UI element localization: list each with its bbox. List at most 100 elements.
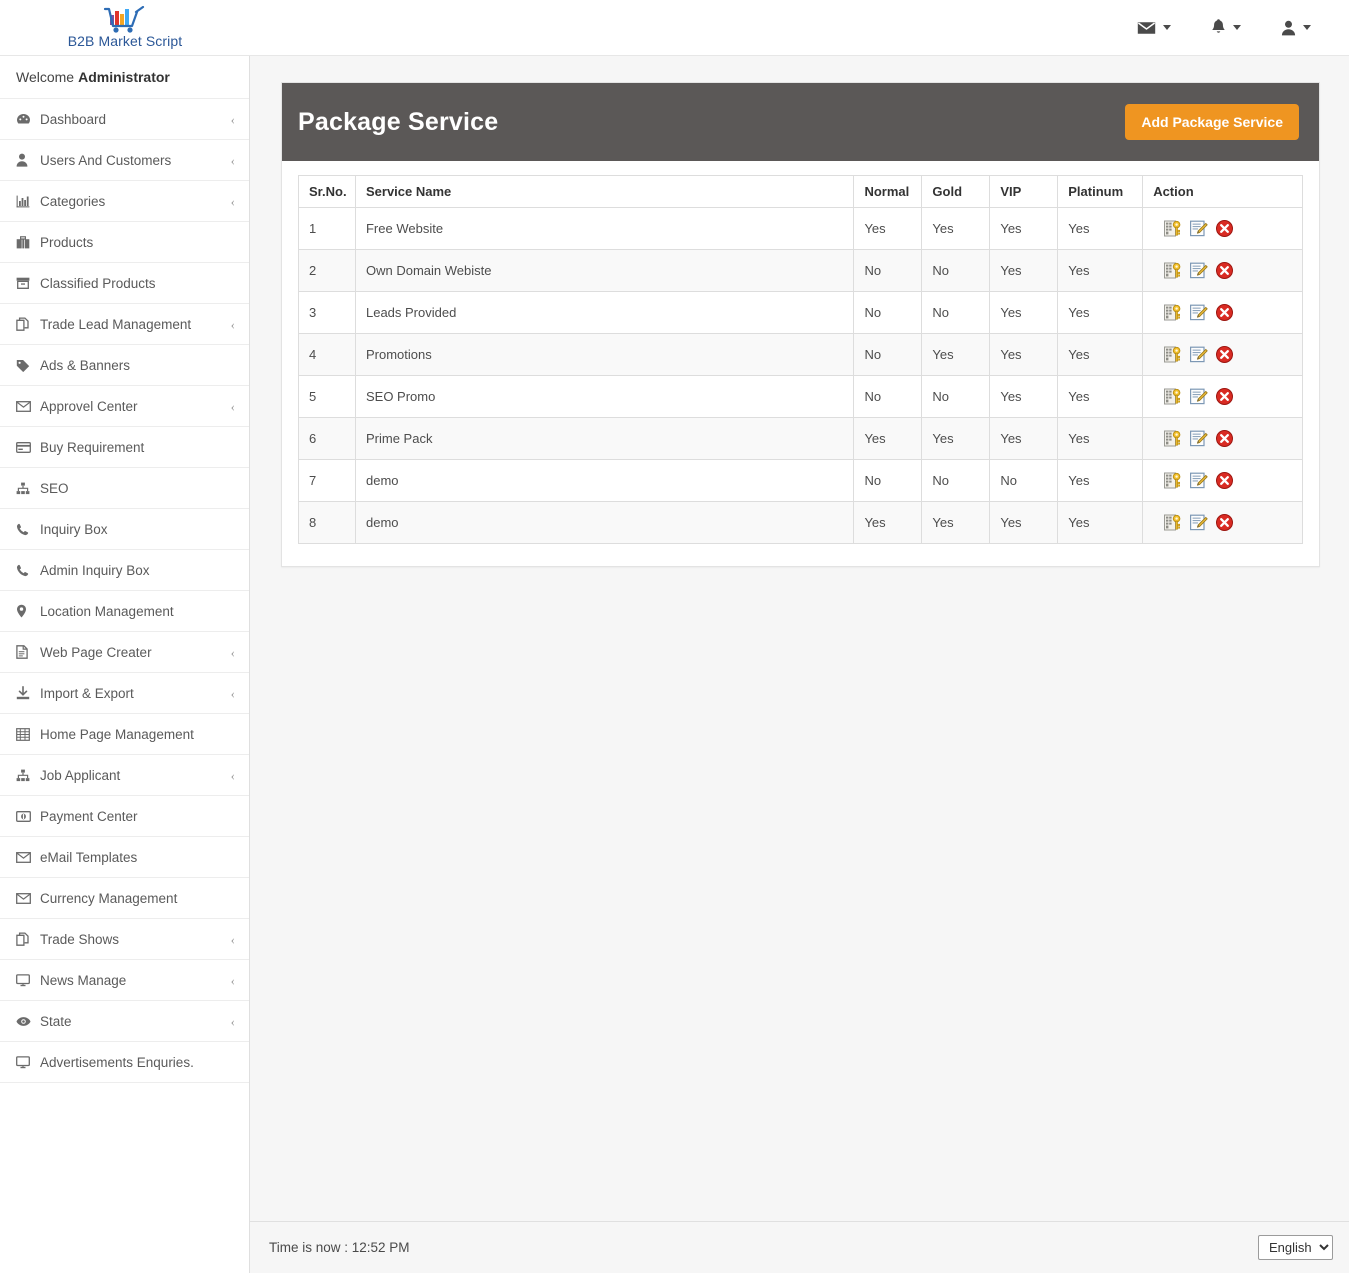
edit-pencil-icon[interactable]	[1189, 387, 1208, 406]
panel-header: Package Service Add Package Service	[282, 83, 1319, 161]
sidebar-item-advertisements-enquries[interactable]: Advertisements Enquries.	[0, 1042, 249, 1083]
cell-action	[1142, 459, 1303, 502]
delete-icon[interactable]	[1215, 429, 1234, 448]
sidebar-item-label: Admin Inquiry Box	[40, 562, 150, 578]
cell-sr-no: 3	[298, 291, 356, 334]
permissions-key-icon[interactable]	[1163, 387, 1182, 406]
sidebar-item-job-applicant[interactable]: Job Applicant ‹	[0, 755, 249, 796]
package-service-panel: Package Service Add Package Service Sr.N…	[281, 82, 1320, 567]
notifications-menu[interactable]	[1191, 0, 1261, 56]
sidebar-item-label: Products	[40, 234, 94, 250]
sidebar-item-label: Home Page Management	[40, 726, 194, 742]
sidebar-item-label: Advertisements Enquries.	[40, 1054, 194, 1070]
sidebar-item-location-management[interactable]: Location Management	[0, 591, 249, 632]
permissions-key-icon[interactable]	[1163, 471, 1182, 490]
delete-icon[interactable]	[1215, 303, 1234, 322]
chevron-left-icon: ‹	[230, 1013, 235, 1029]
sidebar-item-label: Approvel Center	[40, 398, 138, 414]
sidebar-item-web-page-creater[interactable]: Web Page Creater ‹	[0, 632, 249, 673]
permissions-key-icon[interactable]	[1163, 219, 1182, 238]
cell-sr-no: 7	[298, 459, 356, 502]
permissions-key-icon[interactable]	[1163, 303, 1182, 322]
sidebar-item-label: Payment Center	[40, 808, 138, 824]
sidebar-item-admin-inquiry-box[interactable]: Admin Inquiry Box	[0, 550, 249, 591]
sidebar-item-trade-shows[interactable]: Trade Shows ‹	[0, 919, 249, 960]
sidebar-nav-list: Dashboard ‹ Users And Customers ‹ Categories…	[0, 99, 249, 1083]
chevron-left-icon: ‹	[230, 931, 235, 947]
table-row: 5 SEO Promo No No Yes Yes	[298, 375, 1303, 418]
delete-icon[interactable]	[1215, 345, 1234, 364]
edit-pencil-icon[interactable]	[1189, 513, 1208, 532]
chevron-left-icon: ‹	[230, 316, 235, 332]
delete-icon[interactable]	[1215, 471, 1234, 490]
sidebar-item-home-page-management[interactable]: Home Page Management	[0, 714, 249, 755]
sidebar-item-products[interactable]: Products	[0, 222, 249, 263]
sidebar-item-news-manage[interactable]: News Manage ‹	[0, 960, 249, 1001]
sidebar-item-payment-center[interactable]: Payment Center	[0, 796, 249, 837]
sidebar-item-ads-banners[interactable]: Ads & Banners	[0, 345, 249, 386]
page-footer: Time is now : 12:52 PM English	[250, 1221, 1349, 1273]
delete-icon[interactable]	[1215, 513, 1234, 532]
add-package-service-button[interactable]: Add Package Service	[1125, 104, 1299, 140]
sidebar-item-label: Trade Shows	[40, 931, 120, 947]
cell-sr-no: 4	[298, 333, 356, 376]
permissions-key-icon[interactable]	[1163, 345, 1182, 364]
delete-icon[interactable]	[1215, 219, 1234, 238]
permissions-key-icon[interactable]	[1163, 261, 1182, 280]
sidebar-item-dashboard[interactable]: Dashboard ‹	[0, 99, 249, 140]
shopping-cart-bar-chart-icon	[103, 6, 145, 33]
sidebar-item-classified-products[interactable]: Classified Products	[0, 263, 249, 304]
cell-gold: Yes	[921, 333, 991, 376]
edit-pencil-icon[interactable]	[1189, 261, 1208, 280]
sidebar-item-import-export[interactable]: Import & Export ‹	[0, 673, 249, 714]
sidebar-item-label: Buy Requirement	[40, 439, 145, 455]
edit-pencil-icon[interactable]	[1189, 429, 1208, 448]
cell-sr-no: 2	[298, 249, 356, 292]
column-header-service-name: Service Name	[354, 175, 855, 208]
delete-icon[interactable]	[1215, 261, 1234, 280]
column-header-vip: VIP	[989, 175, 1059, 208]
map-marker-icon	[16, 603, 36, 619]
edit-pencil-icon[interactable]	[1189, 471, 1208, 490]
permissions-key-icon[interactable]	[1163, 429, 1182, 448]
cell-vip: Yes	[989, 249, 1059, 292]
delete-icon[interactable]	[1215, 387, 1234, 406]
brand-logo-link[interactable]: B2B Market Script	[0, 0, 250, 56]
chevron-down-icon	[1233, 25, 1241, 30]
messages-menu[interactable]	[1117, 0, 1191, 56]
sidebar-item-label: Job Applicant	[40, 767, 121, 783]
user-icon	[1281, 20, 1296, 35]
cell-service-name: Promotions	[354, 333, 855, 376]
sidebar-item-users-and-customers[interactable]: Users And Customers ‹	[0, 140, 249, 181]
credit-card-icon	[16, 439, 36, 455]
cell-service-name: demo	[354, 459, 855, 502]
cell-action	[1142, 417, 1303, 460]
edit-pencil-icon[interactable]	[1189, 219, 1208, 238]
sidebar-item-state[interactable]: State ‹	[0, 1001, 249, 1042]
welcome-prefix: Welcome	[16, 69, 75, 85]
edit-pencil-icon[interactable]	[1189, 303, 1208, 322]
sidebar-item-trade-lead-management[interactable]: Trade Lead Management ‹	[0, 304, 249, 345]
permissions-key-icon[interactable]	[1163, 513, 1182, 532]
language-selector[interactable]: English	[1258, 1235, 1333, 1260]
sidebar-item-buy-requirement[interactable]: Buy Requirement	[0, 427, 249, 468]
sidebar-item-currency-management[interactable]: Currency Management	[0, 878, 249, 919]
row-action-group	[1153, 387, 1294, 406]
sidebar-item-label: Ads & Banners	[40, 357, 131, 373]
sidebar-item-inquiry-box[interactable]: Inquiry Box	[0, 509, 249, 550]
cell-action	[1142, 207, 1303, 250]
table-row: 2 Own Domain Webiste No No Yes Yes	[298, 249, 1303, 292]
panel-body: Sr.No. Service Name Normal Gold VIP Plat…	[282, 161, 1319, 566]
cell-platinum: Yes	[1057, 207, 1144, 250]
cell-service-name: Own Domain Webiste	[354, 249, 855, 292]
account-menu[interactable]	[1261, 0, 1331, 56]
edit-pencil-icon[interactable]	[1189, 345, 1208, 364]
table-header-row: Sr.No. Service Name Normal Gold VIP Plat…	[298, 175, 1303, 208]
sidebar-item-email-templates[interactable]: eMail Templates	[0, 837, 249, 878]
cell-gold: Yes	[921, 207, 991, 250]
sidebar-item-approvel-center[interactable]: Approvel Center ‹	[0, 386, 249, 427]
sidebar-item-seo[interactable]: SEO	[0, 468, 249, 509]
envelope-icon	[16, 849, 36, 865]
sidebar-item-categories[interactable]: Categories ‹	[0, 181, 249, 222]
chevron-left-icon: ‹	[230, 644, 235, 660]
